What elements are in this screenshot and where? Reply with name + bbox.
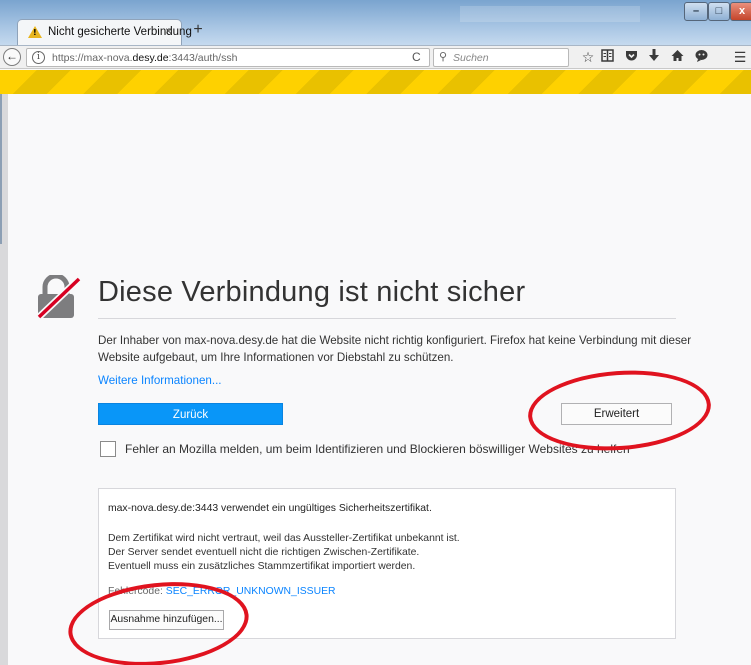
add-exception-button[interactable]: Ausnahme hinzufügen...	[109, 610, 224, 630]
close-window-button[interactable]: x	[730, 2, 751, 21]
new-tab-button[interactable]: +	[189, 21, 207, 39]
details-line: Dem Zertifikat wird nicht vertraut, weil…	[108, 533, 460, 544]
chat-icon[interactable]	[693, 49, 709, 65]
title-bar: Nicht gesicherte Verbindung × + – □ x	[0, 0, 751, 46]
tab-close-icon[interactable]: ×	[165, 24, 172, 38]
error-code-label: Fehlercode:	[108, 586, 166, 597]
more-info-link[interactable]: Weitere Informationen...	[98, 374, 222, 387]
details-header: max-nova.desy.de:3443 verwendet ein ungü…	[108, 503, 432, 514]
search-input[interactable]: ⚲ Suchen	[433, 48, 569, 67]
advanced-button[interactable]: Erweitert	[561, 403, 672, 425]
title-bar-highlight	[460, 6, 640, 22]
pocket-icon[interactable]	[623, 49, 639, 65]
url-bar[interactable]: i https://max-nova.desy.de:3443/auth/ssh…	[26, 48, 430, 67]
tab-insecure-connection[interactable]: Nicht gesicherte Verbindung ×	[17, 19, 192, 45]
back-button[interactable]: Zurück	[98, 403, 283, 425]
back-arrow-icon[interactable]: ←	[3, 48, 21, 66]
minimize-button[interactable]: –	[684, 2, 708, 21]
title-divider	[98, 318, 676, 319]
reload-icon[interactable]: C	[412, 50, 421, 64]
navigation-toolbar: ← i https://max-nova.desy.de:3443/auth/s…	[0, 45, 751, 69]
certificate-details-panel: max-nova.desy.de:3443 verwendet ein ungü…	[98, 488, 676, 639]
error-code-link[interactable]: SEC_ERROR_UNKNOWN_ISSUER	[166, 586, 336, 597]
left-window-frame	[0, 94, 2, 244]
report-checkbox-label: Fehler an Mozilla melden, um beim Identi…	[125, 442, 630, 456]
error-description: Der Inhaber von max-nova.desy.de hat die…	[98, 334, 692, 364]
warning-triangle-icon	[28, 26, 42, 38]
url-text[interactable]: https://max-nova.desy.de:3443/auth/ssh	[52, 52, 237, 64]
report-checkbox[interactable]	[100, 441, 116, 457]
url-host: desy.de	[132, 52, 169, 64]
details-line: Eventuell muss ein zusätzliches Stammzer…	[108, 561, 416, 572]
search-icon: ⚲	[439, 51, 448, 63]
menu-icon[interactable]: ☰	[732, 49, 748, 65]
info-icon[interactable]: i	[32, 51, 45, 64]
search-placeholder: Suchen	[453, 52, 489, 64]
broken-lock-icon	[36, 275, 82, 319]
download-icon[interactable]	[646, 49, 662, 65]
insecure-warning-stripe	[0, 70, 751, 94]
page-title: Diese Verbindung ist nicht sicher	[98, 276, 526, 308]
url-suffix: :3443/auth/ssh	[168, 52, 238, 64]
url-prefix: https://max-nova.	[52, 52, 133, 64]
browser-window: Nicht gesicherte Verbindung × + – □ x ← …	[0, 0, 751, 665]
maximize-button[interactable]: □	[708, 2, 730, 21]
details-line: Der Server sendet eventuell nicht die ri…	[108, 547, 420, 558]
star-icon[interactable]: ☆	[580, 49, 596, 65]
home-icon[interactable]	[669, 49, 685, 65]
reader-icon[interactable]	[599, 49, 615, 65]
error-code: Fehlercode: SEC_ERROR_UNKNOWN_ISSUER	[108, 586, 336, 597]
